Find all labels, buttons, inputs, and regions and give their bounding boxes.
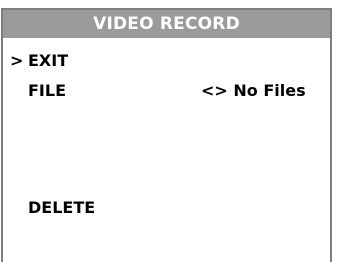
- selection-cursor-icon: >: [10, 51, 24, 70]
- menu-frame: [1, 8, 332, 262]
- file-value-selector[interactable]: <> No Files: [201, 80, 306, 102]
- menu-item-exit-label: EXIT: [28, 51, 69, 70]
- menu-title: VIDEO RECORD: [3, 10, 330, 38]
- menu-item-file-label: FILE: [28, 81, 67, 100]
- osd-screen: VIDEO RECORD > EXIT FILE <> No Files DEL…: [0, 0, 341, 262]
- menu-item-delete-label: DELETE: [28, 198, 96, 217]
- menu-item-file[interactable]: FILE: [28, 80, 66, 102]
- menu-item-delete[interactable]: DELETE: [28, 197, 95, 219]
- menu-item-exit[interactable]: > EXIT: [10, 50, 69, 72]
